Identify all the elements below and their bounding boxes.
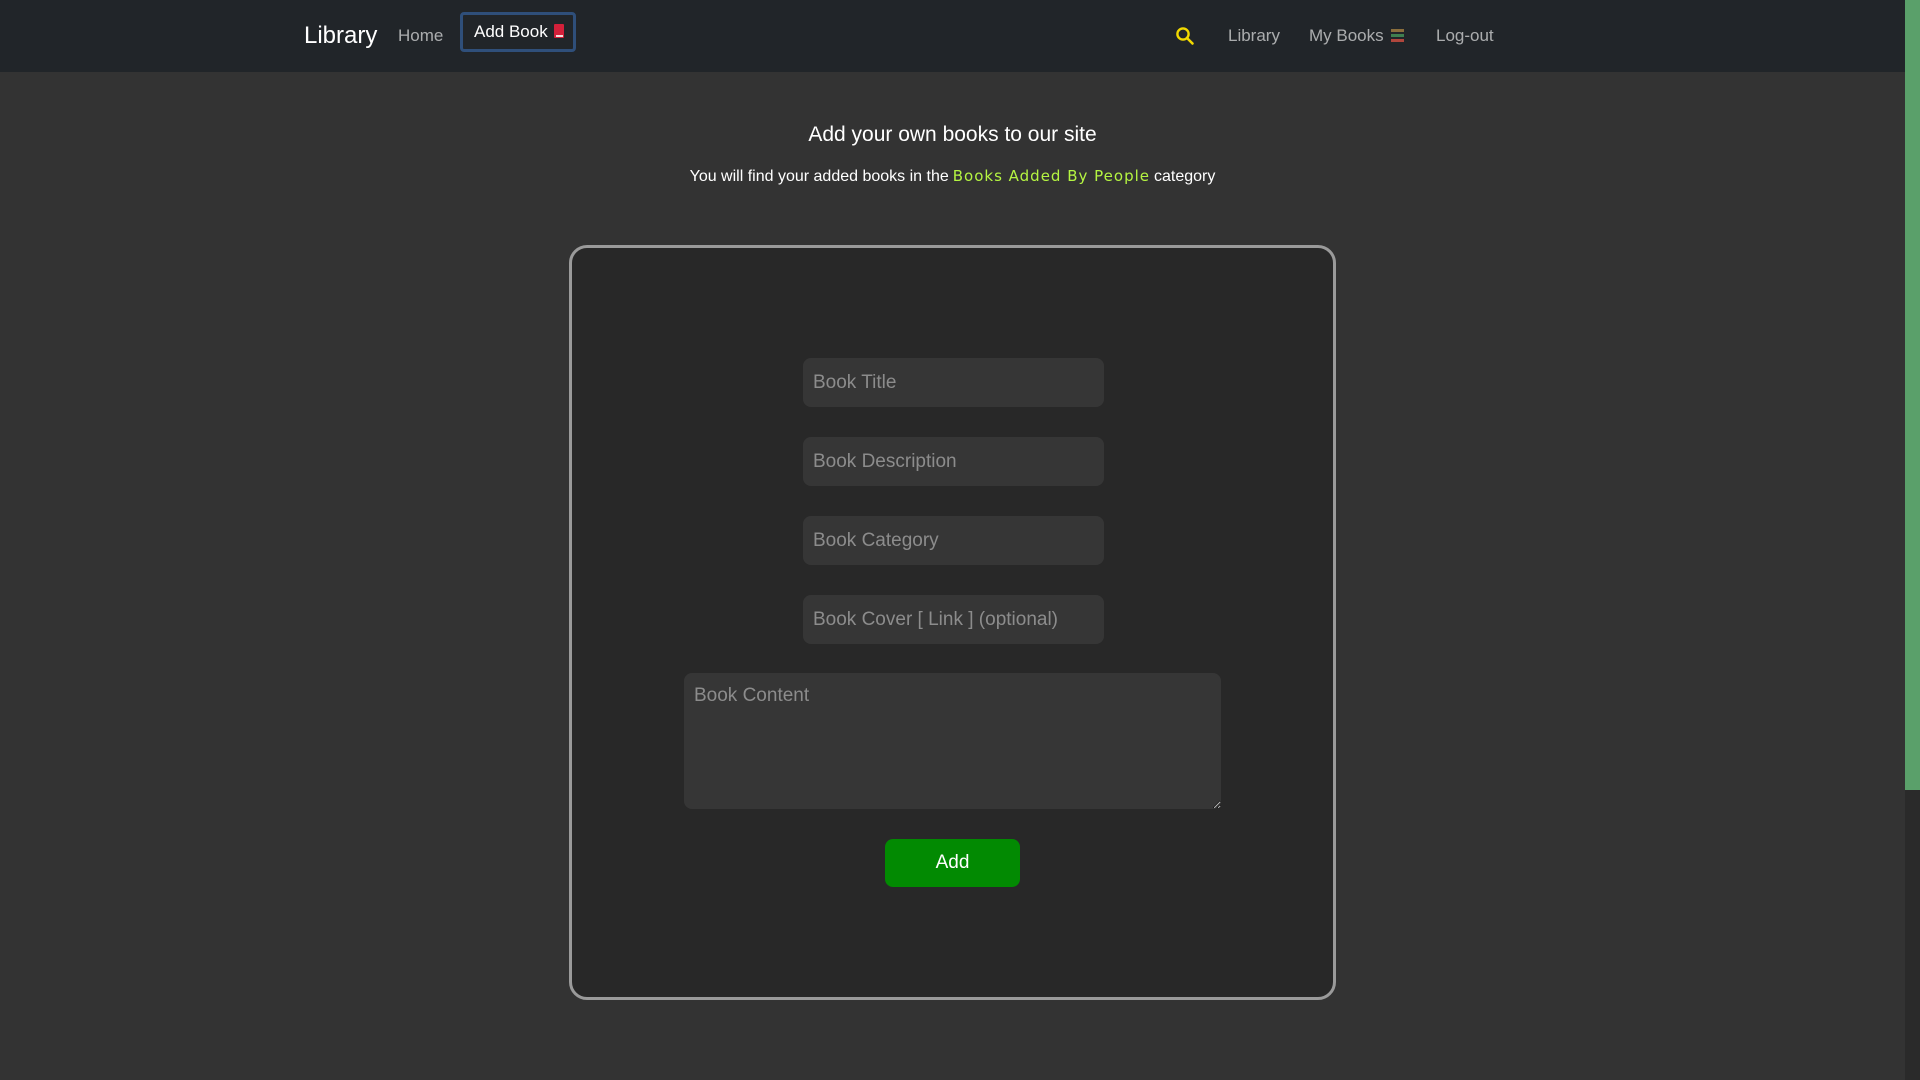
search-icon [1176,27,1194,45]
book-cover-link-input[interactable] [803,595,1104,644]
scrollbar-thumb[interactable] [1905,0,1920,790]
category-highlight: Books Added By People [952,167,1150,185]
book-description-input[interactable] [803,437,1104,486]
book-content-textarea[interactable] [684,673,1221,809]
nav-library-link[interactable]: Library [1228,25,1280,47]
nav-my-books-label: My Books [1309,26,1384,45]
book-category-input[interactable] [803,516,1104,565]
brand-logo[interactable]: Library [304,22,377,50]
subtitle-text-before: You will find your added books in the [689,168,949,185]
page-scrollbar[interactable] [1905,0,1920,1080]
page-title: Add your own books to our site [808,123,1097,146]
subtitle-text-after: category [1154,168,1216,185]
nav-my-books-link[interactable]: My Books [1309,25,1404,47]
add-book-button[interactable]: Add [885,839,1020,887]
page-subtitle: You will find your added books in the Boo… [0,166,1905,187]
page: Library Home Add Book Library My Books L… [0,0,1920,1080]
nav-add-book-link[interactable]: Add Book [460,12,576,52]
book-title-input[interactable] [803,358,1104,407]
nav-logout-link[interactable]: Log-out [1436,25,1494,47]
nav-add-book-label: Add Book [474,22,548,41]
search-button[interactable] [1174,25,1196,47]
red-book-icon [553,24,564,38]
navbar: Library Home Add Book Library My Books L… [0,0,1905,72]
nav-home-link[interactable]: Home [398,25,443,47]
books-stack-icon [1390,29,1404,42]
